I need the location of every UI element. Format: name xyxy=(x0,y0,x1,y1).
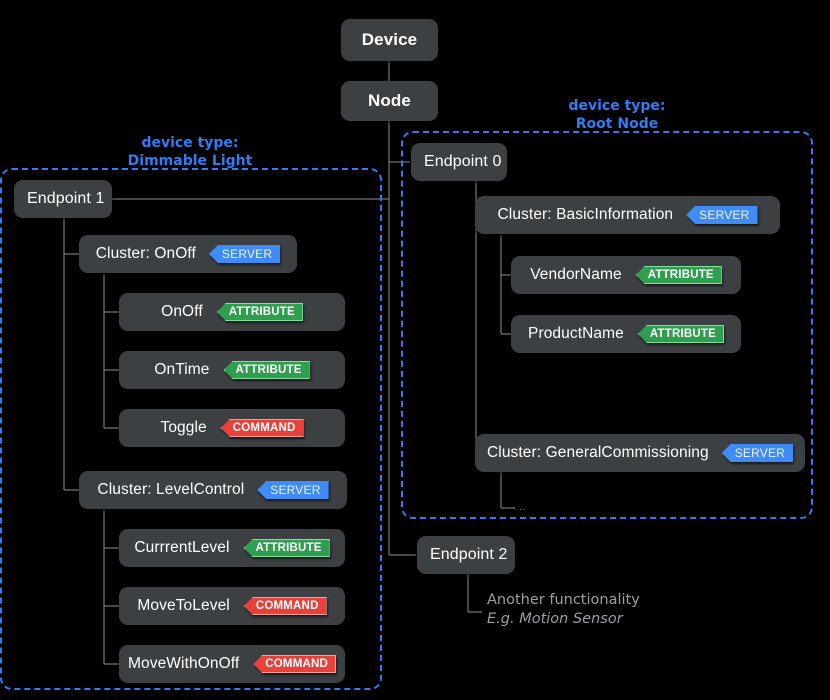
command-movewithonoff-label: MoveWithOnOff xyxy=(128,655,240,672)
endpoint-0-label: Endpoint 0 xyxy=(424,153,502,170)
device-type-caption: device type: xyxy=(141,135,239,151)
attribute-currrentlevel[interactable]: CurrrentLevel ATTRIBUTE xyxy=(119,529,345,567)
cluster-onoff-label: Cluster: OnOff xyxy=(95,245,196,262)
cluster-generalcommissioning[interactable]: Cluster: GeneralCommissioning SERVER xyxy=(475,434,805,472)
device-type-caption: device type: xyxy=(568,98,666,114)
endpoint-2-note: Another functionality E.g. Motion Sensor xyxy=(487,591,640,629)
diagram-canvas: device type: Dimmable Light device type:… xyxy=(0,0,830,700)
command-badge: COMMAND xyxy=(253,655,337,673)
device-type-name: Dimmable Light xyxy=(127,153,253,169)
generalcommissioning-more-indicator: ... xyxy=(516,503,526,512)
endpoint-2-note-line1: Another functionality xyxy=(487,592,640,608)
endpoint-2-label: Endpoint 2 xyxy=(430,546,508,563)
endpoint-0-box[interactable]: Endpoint 0 xyxy=(411,143,507,181)
device-type-label-dimmable-light: device type: Dimmable Light xyxy=(60,134,320,170)
badge-wrap: ATTRIBUTE xyxy=(223,361,310,379)
attribute-badge: ATTRIBUTE xyxy=(243,539,330,557)
node-root-label: Node xyxy=(368,91,411,110)
device-type-name: Root Node xyxy=(575,116,659,132)
node-device-label: Device xyxy=(361,30,418,49)
cluster-onoff[interactable]: Cluster: OnOff SERVER xyxy=(79,235,297,273)
cluster-levelcontrol[interactable]: Cluster: LevelControl SERVER xyxy=(79,471,347,509)
badge-wrap: SERVER xyxy=(257,481,329,499)
command-badge: COMMAND xyxy=(243,597,327,615)
attribute-onoff-label: OnOff xyxy=(161,303,203,320)
command-movetolevel[interactable]: MoveToLevel COMMAND xyxy=(119,587,345,625)
badge-wrap: COMMAND xyxy=(220,419,304,437)
command-movetolevel-label: MoveToLevel xyxy=(137,597,230,614)
node-device[interactable]: Device xyxy=(341,19,438,61)
endpoint-1-box[interactable]: Endpoint 1 xyxy=(14,180,112,218)
badge-wrap: ATTRIBUTE xyxy=(637,325,724,343)
attribute-currrentlevel-label: CurrrentLevel xyxy=(134,539,230,556)
attribute-ontime-label: OnTime xyxy=(154,361,210,378)
cluster-basicinformation[interactable]: Cluster: BasicInformation SERVER xyxy=(475,196,780,234)
badge-wrap: SERVER xyxy=(721,444,794,462)
badge-wrap: ATTRIBUTE xyxy=(635,266,722,284)
cluster-basicinformation-label: Cluster: BasicInformation xyxy=(497,206,674,223)
attribute-productname-label: ProductName xyxy=(528,325,624,342)
badge-wrap: ATTRIBUTE xyxy=(216,303,303,321)
attribute-badge: ATTRIBUTE xyxy=(216,303,303,321)
cluster-levelcontrol-label: Cluster: LevelControl xyxy=(97,481,245,498)
badge-wrap: ATTRIBUTE xyxy=(243,539,330,557)
endpoint-2-note-line2: E.g. Motion Sensor xyxy=(487,611,623,627)
attribute-vendorname-label: VendorName xyxy=(530,266,622,283)
server-badge: SERVER xyxy=(686,206,758,224)
command-badge: COMMAND xyxy=(220,419,304,437)
cluster-generalcommissioning-label: Cluster: GeneralCommissioning xyxy=(486,444,709,461)
server-badge: SERVER xyxy=(208,245,281,263)
endpoint-1-label: Endpoint 1 xyxy=(27,190,105,207)
attribute-badge: ATTRIBUTE xyxy=(223,361,310,379)
attribute-vendorname[interactable]: VendorName ATTRIBUTE xyxy=(511,256,741,294)
node-root[interactable]: Node xyxy=(341,81,438,121)
endpoint-2-box[interactable]: Endpoint 2 xyxy=(417,536,515,574)
command-toggle-label: Toggle xyxy=(160,419,207,436)
server-badge: SERVER xyxy=(721,444,794,462)
server-badge: SERVER xyxy=(257,481,329,499)
attribute-onoff[interactable]: OnOff ATTRIBUTE xyxy=(119,293,345,331)
badge-wrap: SERVER xyxy=(208,245,281,263)
badge-wrap: COMMAND xyxy=(253,655,337,673)
attribute-productname[interactable]: ProductName ATTRIBUTE xyxy=(511,315,741,353)
badge-wrap: COMMAND xyxy=(243,597,327,615)
command-toggle[interactable]: Toggle COMMAND xyxy=(119,409,345,447)
badge-wrap: SERVER xyxy=(686,206,758,224)
device-type-label-root-node: device type: Root Node xyxy=(487,97,747,133)
attribute-ontime[interactable]: OnTime ATTRIBUTE xyxy=(119,351,345,389)
command-movewithonoff[interactable]: MoveWithOnOff COMMAND xyxy=(119,645,345,683)
attribute-badge: ATTRIBUTE xyxy=(637,325,724,343)
attribute-badge: ATTRIBUTE xyxy=(635,266,722,284)
